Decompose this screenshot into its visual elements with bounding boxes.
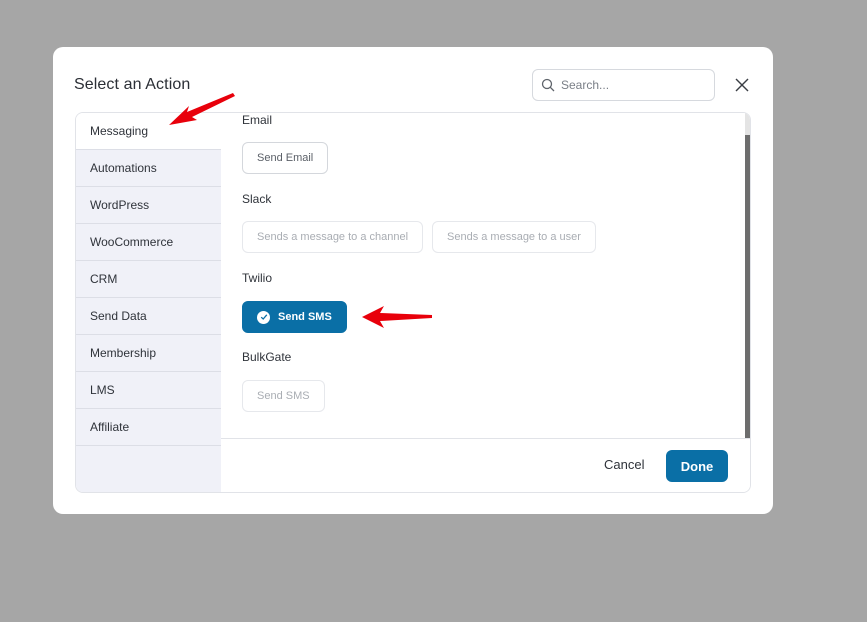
slack-send-user-button[interactable]: Sends a message to a user <box>432 221 596 253</box>
sidebar-item-send-data[interactable]: Send Data <box>76 298 221 335</box>
scrollbar-thumb[interactable] <box>745 135 750 438</box>
category-sidebar: Messaging Automations WordPress WooComme… <box>76 113 221 492</box>
bulkgate-send-sms-button[interactable]: Send SMS <box>242 380 325 412</box>
actions-content: Email Send Email Slack Sends a message t… <box>221 113 750 438</box>
twilio-send-sms-label: Send SMS <box>278 311 332 323</box>
group-label-email: Email <box>242 113 273 127</box>
group-label-slack: Slack <box>242 192 272 206</box>
twilio-send-sms-button[interactable]: Send SMS <box>242 301 347 333</box>
slack-send-channel-button[interactable]: Sends a message to a channel <box>242 221 424 253</box>
close-icon <box>735 78 749 92</box>
sidebar-item-woocommerce[interactable]: WooCommerce <box>76 224 221 261</box>
close-button[interactable] <box>733 76 751 94</box>
done-button[interactable]: Done <box>666 450 728 482</box>
modal-footer: Cancel Done <box>221 438 750 492</box>
select-action-modal: Select an Action Messaging Automations W… <box>53 47 773 514</box>
search-box[interactable] <box>532 69 715 101</box>
send-email-button[interactable]: Send Email <box>242 142 329 174</box>
sidebar-item-crm[interactable]: CRM <box>76 261 221 298</box>
sidebar-item-messaging[interactable]: Messaging <box>76 113 221 150</box>
actions-panel: Messaging Automations WordPress WooComme… <box>75 112 751 493</box>
sidebar-item-affiliate[interactable]: Affiliate <box>76 409 221 446</box>
sidebar-item-wordpress[interactable]: WordPress <box>76 187 221 224</box>
group-label-twilio: Twilio <box>242 271 273 285</box>
cancel-button[interactable]: Cancel <box>604 457 644 472</box>
search-icon <box>541 78 555 92</box>
check-circle-icon <box>257 310 270 324</box>
sidebar-item-automations[interactable]: Automations <box>76 150 221 187</box>
group-label-bulkgate: BulkGate <box>242 350 292 364</box>
modal-title: Select an Action <box>74 76 191 93</box>
sidebar-item-lms[interactable]: LMS <box>76 372 221 409</box>
search-input[interactable] <box>561 78 711 92</box>
sidebar-item-membership[interactable]: Membership <box>76 335 221 372</box>
